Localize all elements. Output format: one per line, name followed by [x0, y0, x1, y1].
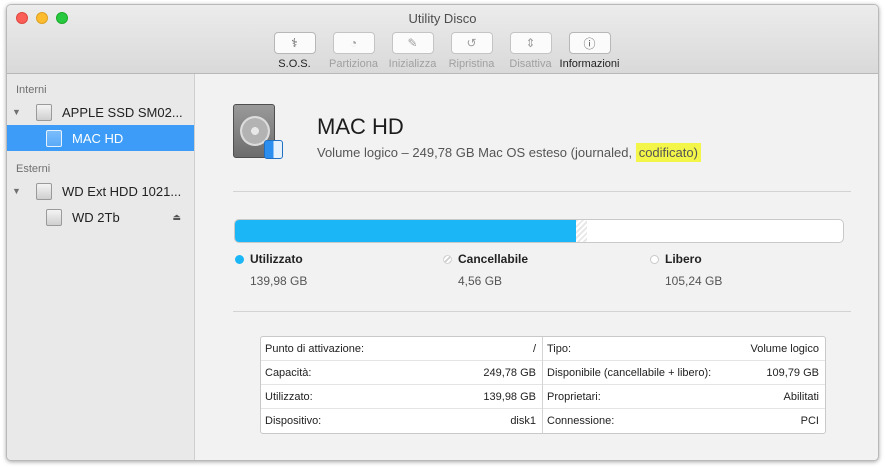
info-label: Utilizzato: — [265, 390, 313, 403]
restore-icon[interactable]: ↺ — [450, 32, 493, 54]
divider — [233, 311, 851, 312]
info-value: Volume logico — [750, 342, 820, 355]
legend-free: Libero 105,24 GB — [650, 252, 722, 288]
sidebar-item-label: MAC HD — [72, 130, 124, 146]
external-disk-icon — [36, 182, 52, 200]
eject-icon[interactable]: ⏏ — [172, 212, 181, 223]
purgeable-color-dot — [443, 254, 452, 264]
first-aid-label: S.O.S. — [278, 58, 311, 70]
sidebar-item-wd-ext-hdd[interactable]: ▼ WD Ext HDD 1021... — [7, 178, 194, 204]
info-row-capacity: Capacità: 249,78 GB — [261, 361, 542, 385]
internal-disk-icon — [36, 103, 52, 121]
info-value: PCI — [800, 415, 819, 427]
usage-purgeable-segment — [575, 220, 587, 242]
info-column-right: Tipo: Volume logico Disponibile (cancella… — [543, 337, 825, 433]
info-value: 109,79 GB — [766, 366, 819, 379]
info-label: Dispositivo: — [265, 415, 322, 427]
volume-icon — [46, 129, 62, 147]
legend-purgeable-value: 4,56 GB — [458, 274, 503, 288]
sidebar-header-internal: Interni — [16, 84, 47, 96]
sidebar-item-label: WD Ext HDD 1021... — [62, 183, 182, 199]
info-label: Tipo: — [547, 342, 572, 355]
volume-description: Volume logico – 249,78 GB Mac OS esteso … — [317, 145, 633, 160]
info-row-connection: Connessione: PCI — [543, 409, 825, 433]
info-value: disk1 — [510, 415, 536, 427]
disclosure-triangle-icon[interactable]: ▼ — [12, 107, 22, 117]
info-column-left: Punto di attivazione: / Capacità: 249,78 G… — [261, 337, 543, 433]
info-value: / — [532, 342, 536, 355]
info-icon[interactable]: ⓘ — [568, 32, 611, 54]
disclosure-triangle-icon[interactable]: ▼ — [12, 186, 22, 196]
info-row-available: Disponibile (cancellabile + libero): 109,… — [543, 361, 825, 385]
legend-free-label: Libero — [665, 252, 702, 266]
info-label: Punto di attivazione: — [265, 342, 365, 355]
divider — [233, 191, 851, 192]
toolbar: ⚕ S.O.S. ◔ Partiziona ✎ Inizializza ↺ Ri… — [265, 32, 619, 70]
sidebar-item-apple-ssd[interactable]: ▼ APPLE SSD SM02... — [7, 99, 194, 125]
restore-label: Ripristina — [448, 58, 495, 70]
title-bar: Utility Disco ⚕ S.O.S. ◔ Partiziona ✎ In… — [7, 5, 878, 74]
usage-used-segment — [235, 220, 576, 242]
finder-icon — [264, 140, 283, 159]
usage-bar — [234, 219, 844, 243]
volume-name: MAC HD — [317, 114, 404, 139]
info-label: Informazioni — [559, 58, 620, 70]
info-row-type: Tipo: Volume logico — [543, 337, 825, 361]
sidebar: Interni ▼ APPLE SSD SM02... MAC HD Ester… — [7, 74, 195, 460]
sidebar-item-wd-2tb[interactable]: WD 2Tb ⏏ — [7, 204, 194, 230]
info-row-device: Dispositivo: disk1 — [261, 409, 542, 433]
stethoscope-icon[interactable]: ⚕ — [273, 32, 316, 54]
hard-drive-icon — [233, 100, 283, 164]
info-value: Abilitati — [783, 390, 819, 403]
info-row-mount-point: Punto di attivazione: / — [261, 337, 542, 361]
legend-purgeable: Cancellabile 4,56 GB — [443, 252, 528, 288]
sidebar-item-mac-hd[interactable]: MAC HD — [7, 125, 194, 151]
info-value: 249,78 GB — [483, 366, 536, 379]
volume-icon — [46, 208, 62, 226]
unmount-label: Disattiva — [509, 58, 552, 70]
volume-subtitle: Volume logico – 249,78 GB Mac OS esteso … — [317, 143, 701, 162]
sidebar-item-label: APPLE SSD SM02... — [62, 104, 183, 120]
partition-tool[interactable]: ◔ Partiziona — [324, 32, 383, 70]
partition-pie-icon[interactable]: ◔ — [332, 32, 375, 54]
disk-utility-window: Utility Disco ⚕ S.O.S. ◔ Partiziona ✎ In… — [6, 4, 879, 461]
info-label: Disponibile (cancellabile + libero): — [547, 366, 712, 379]
info-row-owners: Proprietari: Abilitati — [543, 385, 825, 409]
unmount-tool[interactable]: ⇕ Disattiva — [501, 32, 560, 70]
free-color-dot — [650, 254, 659, 264]
volume-info-table: Punto di attivazione: / Capacità: 249,78 G… — [260, 336, 826, 434]
info-label: Proprietari: — [547, 390, 601, 403]
volume-detail-pane: MAC HD Volume logico – 249,78 GB Mac OS … — [196, 74, 878, 460]
legend-free-value: 105,24 GB — [665, 274, 723, 288]
legend-used-value: 139,98 GB — [250, 274, 308, 288]
legend-used-label: Utilizzato — [250, 252, 303, 266]
erase-label: Inizializza — [388, 58, 437, 70]
sidebar-item-label: WD 2Tb — [72, 209, 120, 225]
info-label: Capacità: — [265, 366, 312, 379]
first-aid-tool[interactable]: ⚕ S.O.S. — [265, 32, 324, 70]
erase-tool[interactable]: ✎ Inizializza — [383, 32, 442, 70]
used-color-dot — [235, 254, 244, 264]
info-tool[interactable]: ⓘ Informazioni — [560, 32, 619, 70]
partition-label: Partiziona — [329, 58, 378, 70]
sidebar-header-external: Esterni — [16, 163, 51, 175]
encrypted-highlight: codificato) — [635, 143, 701, 162]
restore-tool[interactable]: ↺ Ripristina — [442, 32, 501, 70]
legend-used: Utilizzato 139,98 GB — [235, 252, 307, 288]
erase-icon[interactable]: ✎ — [391, 32, 434, 54]
legend-purgeable-label: Cancellabile — [458, 252, 529, 266]
info-label: Connessione: — [547, 415, 615, 427]
window-title: Utility Disco — [408, 11, 477, 26]
info-row-used: Utilizzato: 139,98 GB — [261, 385, 542, 409]
info-value: 139,98 GB — [483, 390, 536, 403]
unmount-icon[interactable]: ⇕ — [509, 32, 552, 54]
